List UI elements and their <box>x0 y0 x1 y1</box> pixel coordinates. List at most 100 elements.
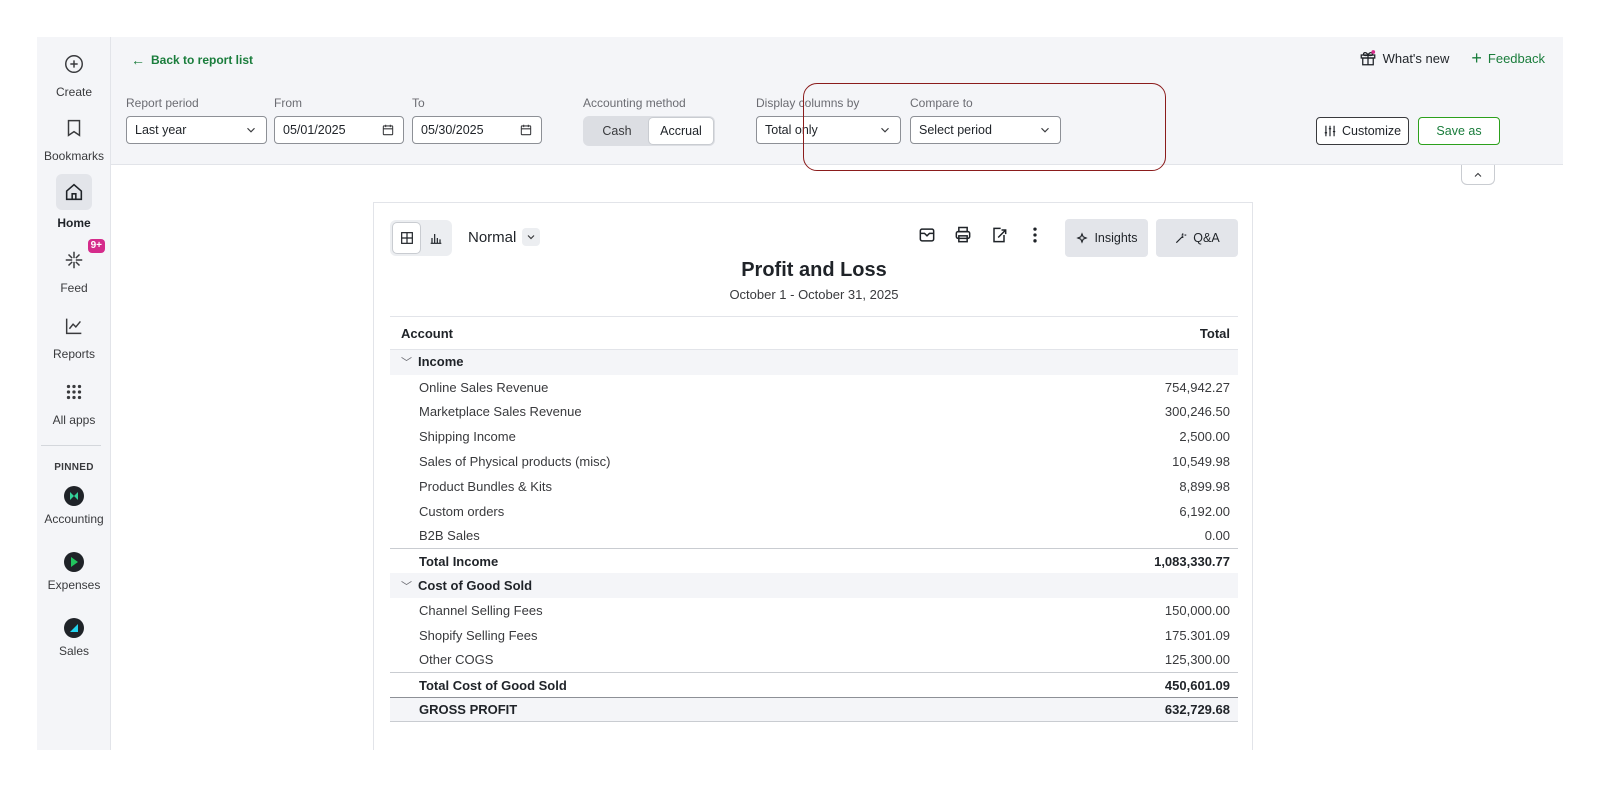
calendar-icon <box>520 124 532 136</box>
more-options-icon[interactable] <box>1025 225 1045 245</box>
export-icon[interactable] <box>989 225 1009 245</box>
section-label: Income <box>418 354 464 370</box>
cogs-section-header[interactable]: ﹀ Cost of Good Sold <box>390 573 1238 598</box>
print-icon[interactable] <box>953 225 973 245</box>
chevron-down-icon: ﹀ <box>401 357 412 370</box>
feedback-label: Feedback <box>1487 50 1545 66</box>
table-row[interactable]: Sales of Physical products (misc) 10,549.… <box>390 449 1238 474</box>
bookmark-icon <box>59 113 89 143</box>
collapse-header-button[interactable] <box>1461 165 1495 185</box>
table-row[interactable]: Product Bundles & Kits 8,899.98 <box>390 474 1238 499</box>
sparkle-icon <box>1076 232 1089 244</box>
row-total: 0.00 <box>1204 528 1230 544</box>
report-period-label: Report period <box>126 96 199 110</box>
report-title: Profit and Loss <box>741 259 887 281</box>
sidebar-item-all-apps[interactable]: All apps <box>37 377 111 427</box>
table-row[interactable]: Marketplace Sales Revenue 300,246.50 <box>390 400 1238 425</box>
line-chart-icon <box>59 311 89 341</box>
row-account: Total Cost of Good Sold <box>419 677 567 693</box>
section-label: Cost of Good Sold <box>418 577 533 593</box>
table-row[interactable]: Shopify Selling Fees 175.301.09 <box>390 623 1238 648</box>
sidebar-item-create[interactable]: Create <box>37 49 111 99</box>
row-account: GROSS PROFIT <box>419 702 518 718</box>
chevron-up-icon <box>1474 172 1482 177</box>
accounting-icon <box>64 486 84 506</box>
report-toolbar <box>917 225 1045 245</box>
sidebar-item-bookmarks[interactable]: Bookmarks <box>37 113 111 163</box>
row-account: Total Income <box>419 553 499 569</box>
sidebar-item-reports[interactable]: Reports <box>37 311 111 361</box>
sidebar-item-label: Sales <box>58 644 90 658</box>
view-mode-dropdown[interactable]: Normal <box>468 228 541 246</box>
chart-view-button[interactable] <box>422 223 449 253</box>
sidebar-item-label: Reports <box>52 347 96 361</box>
highlight-annotation <box>803 83 1166 171</box>
arrow-left-icon: ← <box>131 52 145 68</box>
report-card: Normal Insights Q&A Profit and Loss Octo… <box>373 202 1253 750</box>
method-accrual-option[interactable]: Accrual <box>649 118 713 144</box>
home-icon <box>56 174 92 210</box>
sparkle-icon: 9+ <box>59 239 105 275</box>
report-table: Account Total ﹀ Income Online Sales Reven… <box>390 316 1238 722</box>
table-row[interactable]: Channel Selling Fees 150,000.00 <box>390 598 1238 623</box>
plus-icon: + <box>1471 48 1482 68</box>
qa-button[interactable]: Q&A <box>1156 219 1238 257</box>
back-link-label: Back to report list <box>151 53 254 67</box>
table-row[interactable]: Custom orders 6,192.00 <box>390 499 1238 524</box>
magic-wand-icon <box>1176 233 1187 244</box>
sidebar-item-accounting[interactable]: Accounting <box>37 486 111 526</box>
table-header: Account Total <box>390 316 1238 350</box>
from-label: From <box>274 96 302 110</box>
back-to-report-list-link[interactable]: ← Back to report list <box>131 52 253 68</box>
plus-circle-icon <box>59 49 89 79</box>
qa-label: Q&A <box>1193 231 1220 245</box>
from-date-value: 05/01/2025 <box>283 123 346 137</box>
sidebar-item-label: Home <box>57 216 91 230</box>
row-total: 2,500.00 <box>1179 429 1230 445</box>
gift-icon <box>1360 50 1375 66</box>
total-cogs-row[interactable]: Total Cost of Good Sold 450,601.09 <box>390 672 1238 697</box>
sidebar-item-expenses[interactable]: Expenses <box>37 552 111 592</box>
row-account: Shipping Income <box>419 429 516 445</box>
table-row[interactable]: Online Sales Revenue 754,942.27 <box>390 375 1238 400</box>
row-total: 1,083,330.77 <box>1154 553 1230 569</box>
row-account: Channel Selling Fees <box>419 602 543 618</box>
income-section-header[interactable]: ﹀ Income <box>390 350 1238 375</box>
email-icon[interactable] <box>917 225 937 245</box>
grid-icon <box>59 377 89 407</box>
sliders-icon <box>1324 125 1336 137</box>
accounting-method-toggle: Cash Accrual <box>583 116 715 146</box>
row-total: 632,729.68 <box>1164 702 1230 718</box>
table-row[interactable]: Shipping Income 2,500.00 <box>390 424 1238 449</box>
save-as-button[interactable]: Save as <box>1418 117 1500 145</box>
row-total: 300,246.50 <box>1164 404 1230 420</box>
row-total: 754,942.27 <box>1164 379 1230 395</box>
view-toggle <box>390 220 452 256</box>
total-income-row[interactable]: Total Income 1,083,330.77 <box>390 548 1238 573</box>
feed-badge: 9+ <box>87 239 105 253</box>
row-account: Sales of Physical products (misc) <box>419 454 611 470</box>
column-header-account: Account <box>401 325 453 341</box>
to-date-value: 05/30/2025 <box>421 123 484 137</box>
customize-button[interactable]: Customize <box>1316 117 1409 145</box>
to-date-input[interactable]: 05/30/2025 <box>412 116 542 144</box>
sidebar-item-label: Accounting <box>44 512 104 526</box>
sidebar: Create Bookmarks Home 9+ Feed Reports Al… <box>37 37 111 750</box>
method-cash-option[interactable]: Cash <box>585 118 649 144</box>
whats-new-link[interactable]: What's new <box>1359 49 1449 67</box>
report-period-select[interactable]: Last year <box>126 116 267 144</box>
table-view-button[interactable] <box>393 223 420 253</box>
feedback-link[interactable]: + Feedback <box>1471 48 1545 68</box>
expenses-icon <box>64 552 84 572</box>
table-row[interactable]: B2B Sales 0.00 <box>390 524 1238 549</box>
from-date-input[interactable]: 05/01/2025 <box>274 116 404 144</box>
sidebar-item-feed[interactable]: 9+ Feed <box>37 239 111 295</box>
sidebar-item-home[interactable]: Home <box>37 174 111 230</box>
gross-profit-row[interactable]: GROSS PROFIT 632,729.68 <box>390 697 1238 722</box>
sidebar-item-sales[interactable]: Sales <box>37 618 111 658</box>
accounting-method-label: Accounting method <box>583 96 686 110</box>
table-row[interactable]: Other COGS 125,300.00 <box>390 648 1238 673</box>
insights-button[interactable]: Insights <box>1065 219 1148 257</box>
customize-label: Customize <box>1342 124 1402 138</box>
row-account: Shopify Selling Fees <box>419 627 538 643</box>
